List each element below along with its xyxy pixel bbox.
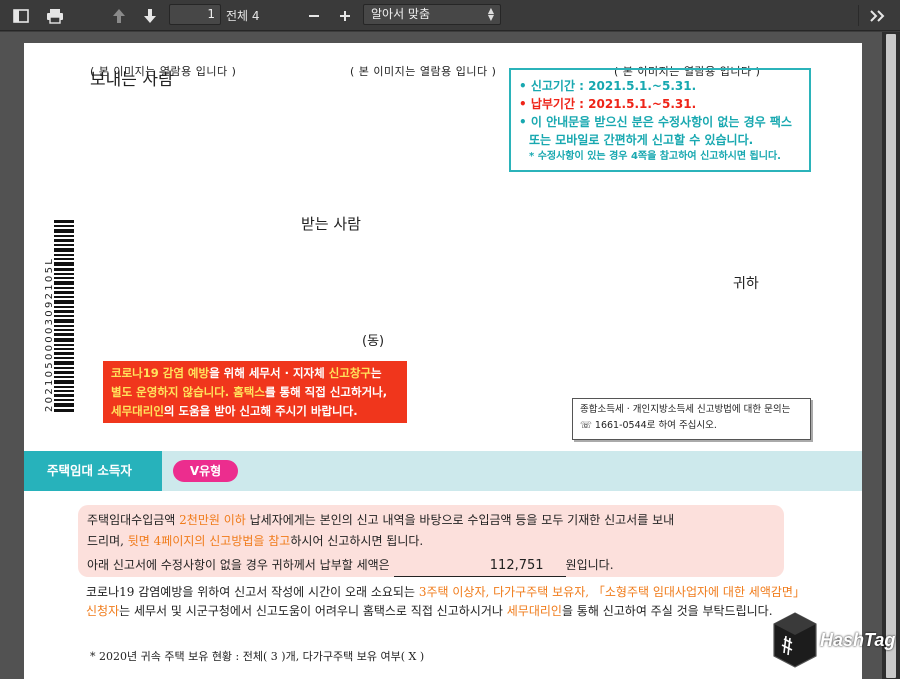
covid-notice-box: 코로나19 감염 예방을 위해 세무서 · 지자체 신고창구는 별도 운영하지 … <box>103 361 407 423</box>
page-number-input[interactable]: 1 <box>169 4 221 25</box>
zoom-out-icon[interactable] <box>304 5 324 26</box>
toolbar-divider <box>858 5 859 26</box>
sender-label: 보내는 사람 <box>90 70 174 90</box>
honorific-label: 귀하 <box>733 276 759 292</box>
covid-line-1: 코로나19 감염 예방을 위해 세무서 · 지자체 신고창구는 <box>111 366 382 380</box>
covid-filing-guidance: 코로나19 감염예방을 위하여 신고서 작성에 시간이 오래 소요되는 3주택 … <box>86 585 805 618</box>
hashtag-logo-text: HashTag <box>820 630 896 650</box>
zoom-select-value: 알아서 맞춤 <box>371 7 431 21</box>
pdf-toolbar: 1 전체 4 알아서 맞춤 ▲ ▼ <box>0 0 900 31</box>
inquiry-phone: ☏ 1661-0544로 하여 주십시오. <box>580 420 717 431</box>
receiver-label: 받는 사람 <box>301 215 361 233</box>
filing-period-notice: • 신고기간 : 2021.5.1.~5.31. • 납부기간 : 2021.5… <box>509 68 811 172</box>
section-tab-housing-rental: 주택임대 소득자 <box>24 451 162 491</box>
arrow-up-icon[interactable] <box>108 5 130 26</box>
tax-summary-box: 주택임대수입금액 2천만원 이하 납세자에게는 본인의 신고 내역을 바탕으로 … <box>78 505 784 577</box>
zoom-select[interactable]: 알아서 맞춤 ▲ ▼ <box>363 4 501 25</box>
tax-amount: 112,751 <box>393 555 566 577</box>
correction-note: * 수정사항이 있는 경우 4쪽을 참고하여 신고하시면 됩니다. <box>529 151 781 162</box>
hashtag-logo: HashTag <box>770 611 895 673</box>
dong-label: (동) <box>362 334 385 349</box>
barcode-image <box>54 220 74 412</box>
covid-line-3: 세무대리인의 도움을 받아 신고해 주시기 바랍니다. <box>111 404 358 418</box>
summary-line-2: 드리며, 뒷면 4페이지의 신고방법을 참고하시어 신고하시면 됩니다. <box>87 534 424 548</box>
print-icon[interactable] <box>44 5 66 26</box>
vertical-scrollbar[interactable] <box>882 32 900 679</box>
summary-line-3: 아래 신고서에 수정사항이 없을 경우 귀하께서 납부할 세액은 112,751… <box>87 555 775 577</box>
inquiry-box: 종합소득세 · 개인지방소득세 신고방법에 대한 문의는 ☏ 1661-0544… <box>572 398 811 440</box>
watermark-text: ( 본 이미지는 열람용 입니다 ) <box>350 65 497 78</box>
pdf-page: ( 본 이미지는 열람용 입니다 ) ( 본 이미지는 열람용 입니다 ) ( … <box>24 43 862 679</box>
fax-mobile-notice-cont: 또는 모바일로 간편하게 신고할 수 있습니다. <box>529 133 754 147</box>
filing-period: • 신고기간 : 2021.5.1.~5.31. <box>519 79 697 93</box>
housing-status-footnote: * 2020년 귀속 주택 보유 현황 : 전체( 3 )개, 다가구주택 보유… <box>90 650 425 663</box>
page-total-label: 전체 4 <box>226 9 260 23</box>
barcode-number: 20210500003092105L <box>44 256 55 412</box>
more-tools-icon[interactable] <box>867 5 889 26</box>
arrow-down-icon[interactable] <box>139 5 161 26</box>
fax-mobile-notice: • 이 안내문을 받으신 분은 수정사항이 없는 경우 팩스 <box>519 115 792 129</box>
select-arrows-icon: ▲ ▼ <box>487 6 494 22</box>
payment-period: • 납부기간 : 2021.5.1.~5.31. <box>519 97 697 111</box>
inquiry-line-1: 종합소득세 · 개인지방소득세 신고방법에 대한 문의는 <box>580 404 791 415</box>
sidebar-toggle-icon[interactable] <box>10 5 32 26</box>
zoom-in-icon[interactable] <box>335 5 355 26</box>
scrollbar-thumb[interactable] <box>886 34 896 678</box>
hashtag-logo-icon <box>773 612 817 668</box>
type-badge: V유형 <box>173 460 238 482</box>
summary-line-1: 주택임대수입금액 2천만원 이하 납세자에게는 본인의 신고 내역을 바탕으로 … <box>87 513 675 527</box>
covid-line-2: 별도 운영하지 않습니다. 홈택스를 통해 직접 신고하거나, <box>111 385 388 399</box>
